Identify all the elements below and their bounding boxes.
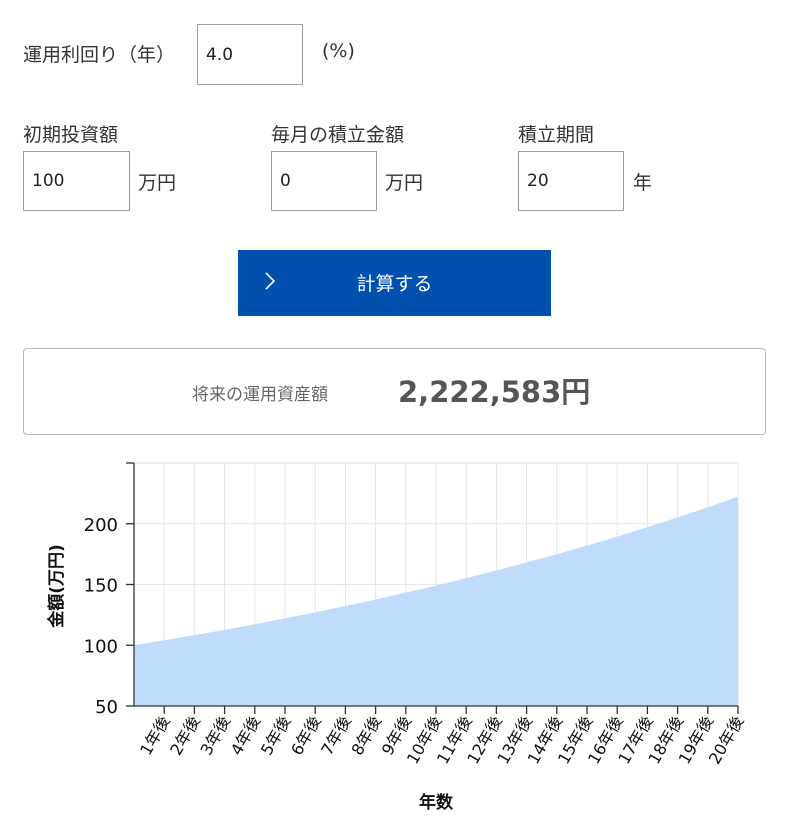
- x-tick-label: 5年後: [257, 713, 295, 759]
- rate-label: 運用利回り（年）: [23, 44, 176, 66]
- y-tick-label: 200: [84, 515, 118, 536]
- initial-investment-label: 初期投資額: [23, 124, 119, 146]
- x-tick-label: 3年後: [197, 713, 235, 759]
- asset-growth-chart: 50 100 150 200 1年後2年後3年後4年後5年後6年後7年後8年後9年後1…: [46, 462, 747, 813]
- monthly-amount-input[interactable]: [271, 151, 377, 211]
- x-tick-label: 8年後: [348, 713, 386, 759]
- calculate-button-label: 計算する: [356, 273, 433, 295]
- x-tick-label: 4年後: [227, 713, 265, 759]
- y-tick-label: 150: [84, 576, 118, 597]
- monthly-amount-unit: 万円: [385, 172, 424, 194]
- y-tick-label: 100: [84, 636, 118, 657]
- result-value: 2,222,583円: [398, 375, 591, 409]
- result-label: 将来の運用資産額: [192, 385, 328, 405]
- x-axis-label: 年数: [419, 792, 454, 813]
- y-tick-labels: 50 100 150 200: [84, 515, 118, 718]
- y-tick-label: 50: [95, 697, 118, 718]
- x-tick-labels: 1年後2年後3年後4年後5年後6年後7年後8年後9年後10年後11年後12年後1…: [136, 713, 747, 768]
- result-box: 将来の運用資産額 2,222,583円: [23, 348, 766, 435]
- x-tick-label: 6年後: [287, 713, 325, 759]
- period-label: 積立期間: [518, 124, 595, 146]
- initial-investment-unit: 万円: [138, 172, 177, 194]
- x-tick-label: 2年後: [166, 713, 204, 759]
- y-axis-label: 金額(万円): [46, 544, 67, 629]
- x-tick-label: 1年後: [136, 713, 174, 759]
- monthly-amount-label: 毎月の積立金額: [271, 124, 405, 146]
- rate-unit: (%): [322, 40, 355, 62]
- calculate-button[interactable]: 計算する: [238, 250, 551, 316]
- rate-input[interactable]: [197, 24, 303, 85]
- x-tick-label: 7年後: [317, 713, 355, 759]
- period-unit: 年: [633, 172, 653, 194]
- initial-investment-input[interactable]: [23, 151, 130, 211]
- period-input[interactable]: [518, 151, 624, 211]
